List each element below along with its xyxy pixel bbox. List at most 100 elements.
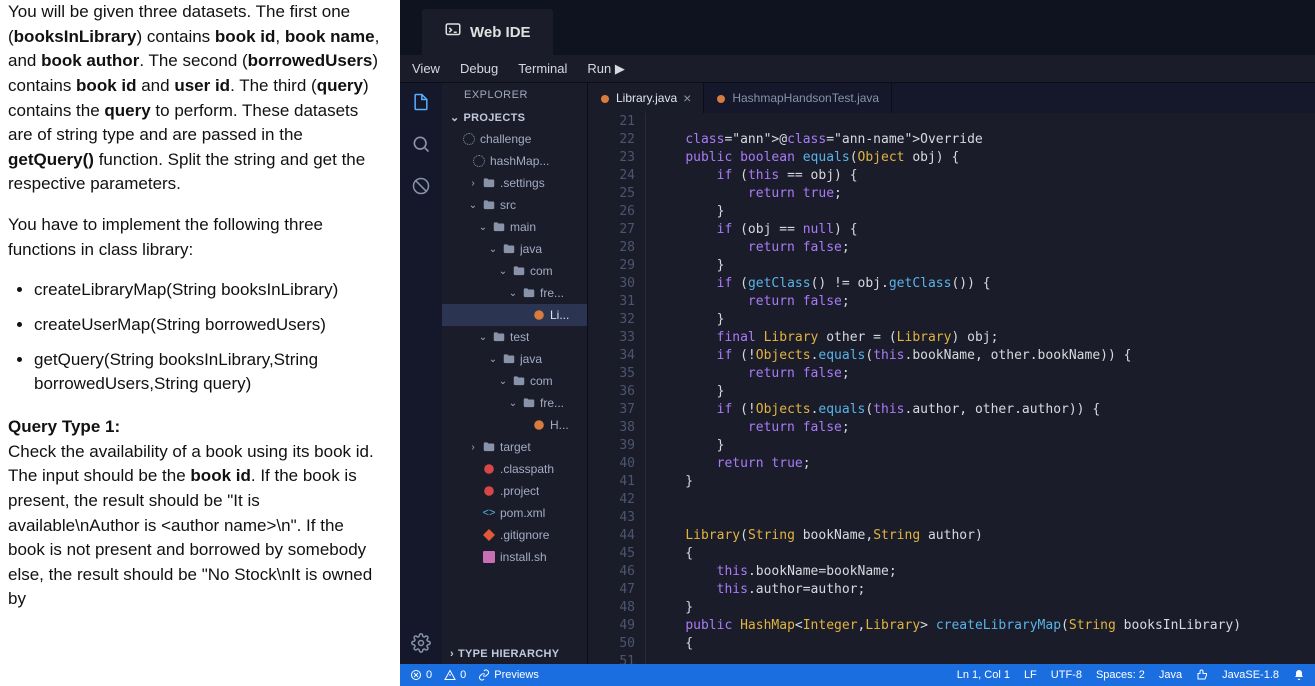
code-body[interactable]: class="ann">@class="ann-name">Override p… [646,113,1315,664]
warning-icon [444,669,456,681]
ide-title-tab[interactable]: Web IDE [422,9,553,55]
tree-item-label: fre... [540,396,564,410]
warnings-count[interactable]: 0 [444,669,466,681]
line-gutter: 2122232425262728293031323334353637383940… [588,113,646,664]
red-icon [481,483,497,499]
tree-item-pomxml[interactable]: <>pom.xml [442,502,587,524]
chevron-icon: ⌄ [508,288,518,299]
file-tree: challengehashMap...›.settings⌄src⌄main⌄j… [442,128,587,644]
tree-item-java[interactable]: ⌄java [442,238,587,260]
errors-count[interactable]: 0 [410,669,432,681]
folder-icon [481,197,497,213]
chevron-icon: ⌄ [488,354,498,365]
tree-item-li[interactable]: Li... [442,304,587,326]
bell-icon[interactable] [1293,669,1305,681]
tree-item-project[interactable]: .project [442,480,587,502]
previews-button[interactable]: Previews [478,669,539,681]
menu-debug[interactable]: Debug [460,61,498,76]
query-type-1: Query Type 1: Check the availability of … [8,415,385,612]
java-icon [531,307,547,323]
status-bar: 0 0 Previews Ln 1, Col 1 LF UTF-8 Spaces… [400,664,1315,686]
cursor-position[interactable]: Ln 1, Col 1 [957,669,1010,681]
tree-item-label: Li... [550,308,569,322]
tab-hashmap-test-java[interactable]: HashmapHandsonTest.java [704,83,892,113]
tree-item-challenge[interactable]: challenge [442,128,587,150]
function-list: createLibraryMap(String booksInLibrary) … [34,278,385,397]
tree-item-label: main [510,220,536,234]
paragraph-1: You will be given three datasets. The fi… [8,0,385,197]
folder-icon [521,395,537,411]
tab-label: Library.java [616,91,677,105]
tree-item-label: H... [550,418,569,432]
indent-setting[interactable]: Spaces: 2 [1096,669,1145,681]
tree-item-fre[interactable]: ⌄fre... [442,282,587,304]
folder-icon [521,285,537,301]
chevron-icon: ⌄ [468,200,478,211]
java-icon [716,93,726,103]
close-icon[interactable]: × [683,90,691,106]
editor-tabs: Library.java × HashmapHandsonTest.java [588,83,1315,113]
jdk-version[interactable]: JavaSE-1.8 [1222,669,1279,681]
git-icon [481,527,497,543]
thumbs-up-icon[interactable] [1196,669,1208,681]
tree-item-label: install.sh [500,550,547,564]
menu-view[interactable]: View [412,61,440,76]
tree-item-gitignore[interactable]: .gitignore [442,524,587,546]
tree-item-label: com [530,264,553,278]
list-item: createUserMap(String borrowedUsers) [34,313,385,338]
code-area[interactable]: 2122232425262728293031323334353637383940… [588,113,1315,664]
spinner-icon [461,131,477,147]
tree-item-src[interactable]: ⌄src [442,194,587,216]
tree-item-target[interactable]: › target [442,436,587,458]
tree-item-com[interactable]: ⌄com [442,370,587,392]
menu-bar: View Debug Terminal Run ▶ [400,55,1315,83]
tree-item-main[interactable]: ⌄main [442,216,587,238]
type-hierarchy-label: TYPE HIERARCHY [458,648,559,660]
list-item: createLibraryMap(String booksInLibrary) [34,278,385,303]
encoding[interactable]: UTF-8 [1051,669,1082,681]
projects-section[interactable]: ⌄ PROJECTS [442,107,587,128]
tree-item-test[interactable]: ⌄test [442,326,587,348]
chevron-icon: › [468,442,478,453]
link-icon [478,669,490,681]
chevron-icon: › [468,178,478,189]
tree-item-classpath[interactable]: .classpath [442,458,587,480]
search-icon[interactable] [408,131,434,157]
debug-icon[interactable] [408,173,434,199]
red-icon [481,461,497,477]
language-mode[interactable]: Java [1159,669,1182,681]
list-item: getQuery(String booksInLibrary,String bo… [34,348,385,397]
folder-icon [511,263,527,279]
tab-label: HashmapHandsonTest.java [732,91,879,105]
tree-item-java[interactable]: ⌄java [442,348,587,370]
tree-item-com[interactable]: ⌄com [442,260,587,282]
menu-run[interactable]: Run ▶ [587,61,624,77]
ide-body: EXPLORER ⌄ PROJECTS challengehashMap...›… [400,83,1315,664]
tree-item-label: target [500,440,531,454]
line-ending[interactable]: LF [1024,669,1037,681]
projects-label: PROJECTS [464,112,526,124]
explorer-icon[interactable] [408,89,434,115]
chevron-icon: ⌄ [508,398,518,409]
tab-library-java[interactable]: Library.java × [588,83,704,113]
chevron-down-icon: ⌄ [450,111,460,124]
folder-icon [481,439,497,455]
explorer-sidebar: EXPLORER ⌄ PROJECTS challengehashMap...›… [442,83,588,664]
tree-item-fre[interactable]: ⌄ fre... [442,392,587,414]
tree-item-h[interactable]: H... [442,414,587,436]
tree-item-hashmap[interactable]: hashMap... [442,150,587,172]
tree-item-label: test [510,330,529,344]
problem-description: You will be given three datasets. The fi… [0,0,400,686]
folder-icon [501,241,517,257]
chevron-icon: ⌄ [498,376,508,387]
terminal-icon [444,21,462,43]
gear-icon[interactable] [408,630,434,656]
chevron-icon: ⌄ [488,244,498,255]
tree-item-installsh[interactable]: install.sh [442,546,587,568]
ide-title: Web IDE [470,24,531,41]
tree-item-settings[interactable]: ›.settings [442,172,587,194]
type-hierarchy-section[interactable]: › TYPE HIERARCHY [442,644,587,664]
menu-terminal[interactable]: Terminal [518,61,567,76]
sh-icon [481,549,497,565]
tree-item-label: pom.xml [500,506,545,520]
